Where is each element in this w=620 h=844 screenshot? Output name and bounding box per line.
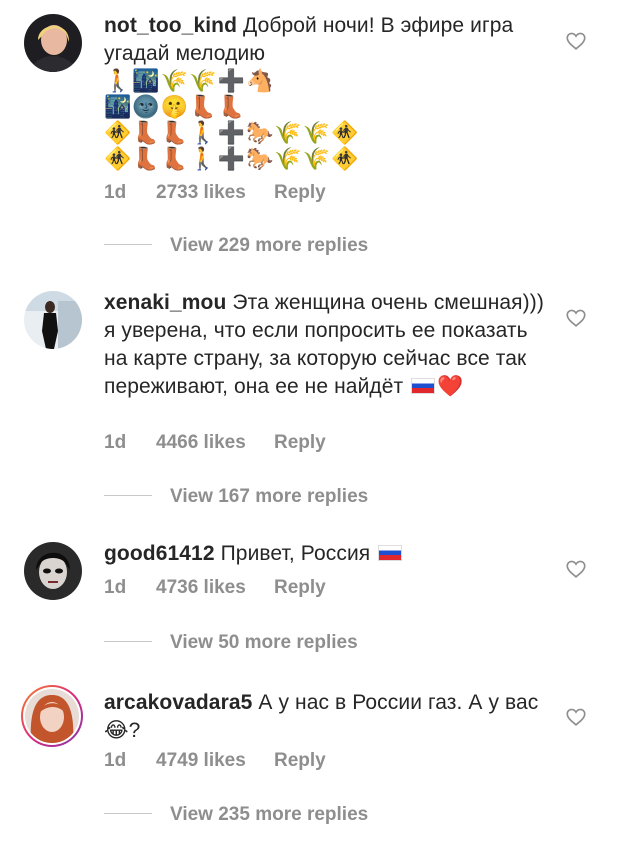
heart-outline-icon[interactable] (565, 307, 587, 329)
comment-likes[interactable]: 4749 likes (156, 750, 274, 772)
comment-meta: 1d 4466 likes Reply (104, 432, 326, 454)
emoji-sequence: 🚶🌃🌾🌾➕🐴 🌃🌚🤫👢👢 🚸👢👢🚶➕🐎🌾🌾🚸 🚸👢👢🚶➕🐎🌾🌾🚸 (104, 68, 544, 172)
heart-outline-icon[interactable] (565, 558, 587, 580)
comment-text: xenaki_mou Эта женщина очень смешная))) я… (104, 289, 544, 401)
heart-emoji: ❤️ (437, 375, 464, 398)
heart-outline-icon[interactable] (565, 706, 587, 728)
avatar[interactable] (24, 542, 82, 600)
comment-meta: 1d 2733 likes Reply (104, 182, 326, 204)
view-replies-label: View 50 more replies (170, 632, 358, 653)
view-replies-label: View 235 more replies (170, 804, 369, 825)
view-replies-button[interactable]: View 235 more replies (104, 804, 368, 826)
view-replies-button[interactable]: View 229 more replies (104, 235, 368, 257)
heart-outline-icon[interactable] (565, 30, 587, 52)
replies-divider (104, 244, 152, 246)
comment-timestamp: 1d (104, 182, 127, 203)
view-replies-label: View 167 more replies (170, 486, 369, 507)
comment-text: arcakovadara5 А у нас в России газ. А у в… (104, 689, 544, 745)
comment-meta: 1d 4749 likes Reply (104, 750, 326, 772)
comment-body: Привет, Россия (220, 542, 371, 565)
comment-meta: 1d 4736 likes Reply (104, 577, 326, 599)
emoji-line: 🚸👢👢🚶➕🐎🌾🌾🚸 (104, 146, 360, 171)
avatar-image (25, 689, 79, 743)
reply-button[interactable]: Reply (274, 182, 326, 204)
replies-divider (104, 641, 152, 643)
avatar[interactable] (24, 291, 82, 349)
comment-likes[interactable]: 2733 likes (156, 182, 274, 204)
view-replies-label: View 229 more replies (170, 235, 369, 256)
replies-divider (104, 495, 152, 497)
comment-username[interactable]: good61412 (104, 542, 215, 565)
comment-username[interactable]: xenaki_mou (104, 291, 226, 314)
comment-likes[interactable]: 4736 likes (156, 577, 274, 599)
comment-timestamp: 1d (104, 577, 127, 598)
view-replies-button[interactable]: View 50 more replies (104, 632, 358, 654)
russia-flag-icon (378, 545, 403, 561)
comment-text: good61412 Привет, Россия (104, 540, 544, 568)
avatar[interactable] (21, 685, 83, 747)
comment-body: А у нас в России газ. А у вас (258, 691, 539, 714)
avatar[interactable] (24, 14, 82, 72)
emoji-line: 🚸👢👢🚶➕🐎🌾🌾🚸 (104, 120, 360, 145)
avatar-story-ring (23, 687, 81, 745)
emoji-line: 🚶🌃🌾🌾➕🐴 (104, 68, 275, 93)
reply-button[interactable]: Reply (274, 577, 326, 599)
reply-button[interactable]: Reply (274, 432, 326, 454)
comment-timestamp: 1d (104, 750, 127, 771)
reply-button[interactable]: Reply (274, 750, 326, 772)
view-replies-button[interactable]: View 167 more replies (104, 486, 368, 508)
russia-flag-icon (411, 378, 436, 394)
comment-username[interactable]: arcakovadara5 (104, 691, 252, 714)
emoji-line: 🌃🌚🤫👢👢 (104, 94, 246, 119)
comment-timestamp: 1d (104, 432, 127, 453)
comment-likes[interactable]: 4466 likes (156, 432, 274, 454)
comment-text: not_too_kind Доброй ночи! В эфире игра уг… (104, 12, 544, 172)
comment-username[interactable]: not_too_kind (104, 14, 237, 37)
replies-divider (104, 813, 152, 815)
laughing-emoji: 😂? (104, 719, 141, 742)
